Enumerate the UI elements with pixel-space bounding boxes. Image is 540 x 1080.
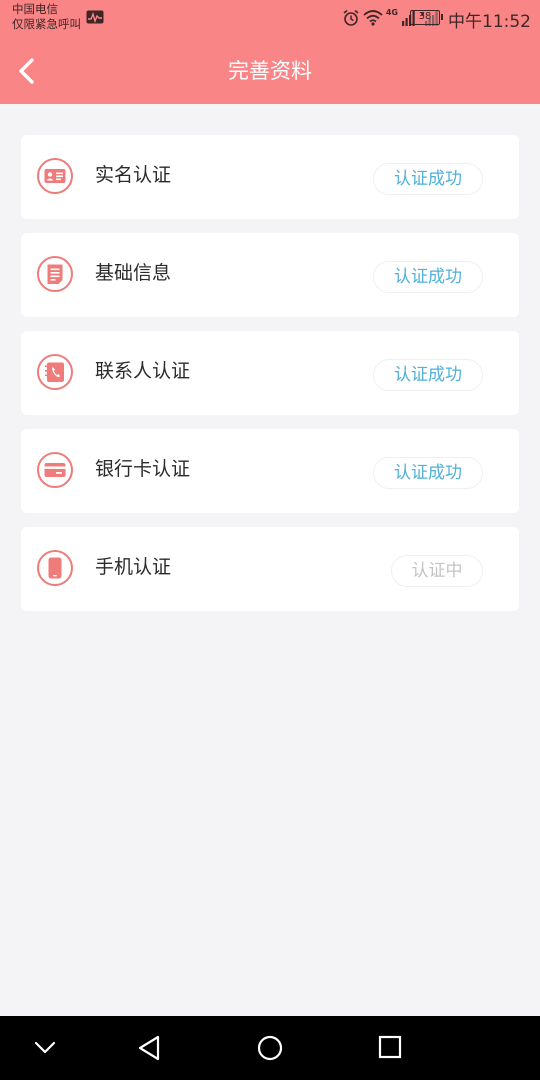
battery-icon: 38 (410, 10, 443, 25)
alarm-icon (343, 9, 359, 26)
status-badge: 认证成功 (373, 261, 483, 293)
page-title: 完善资料 (228, 59, 312, 83)
item-label: 手机认证 (95, 556, 172, 578)
back-triangle-icon[interactable] (136, 1034, 164, 1062)
list-item-contacts[interactable]: 联系人认证 认证成功 (21, 331, 519, 415)
verification-list: 实名认证 认证成功 基础信息 认证成功 联系人认证 认证成功 银行卡认证 认证成… (21, 135, 519, 625)
bank-card-icon (37, 452, 73, 488)
status-bar: 中国电信 仅限紧急呼叫 4G x 38 中午11:52 (0, 0, 540, 38)
document-icon (37, 256, 73, 292)
network-type: 4G (385, 8, 398, 17)
list-item-phone[interactable]: 手机认证 认证中 (21, 527, 519, 611)
recents-square-icon[interactable] (376, 1034, 404, 1062)
phone-icon (37, 550, 73, 586)
item-label: 基础信息 (95, 262, 172, 284)
id-card-icon (37, 158, 73, 194)
item-label: 联系人认证 (95, 360, 191, 382)
item-label: 银行卡认证 (95, 458, 191, 480)
activity-icon (86, 10, 104, 24)
system-nav-bar (0, 1016, 540, 1080)
status-badge: 认证中 (391, 555, 483, 587)
carrier-name: 中国电信 (12, 2, 58, 16)
carrier-status: 仅限紧急呼叫 (12, 17, 81, 31)
chevron-down-icon[interactable] (32, 1038, 58, 1058)
contact-book-icon (37, 354, 73, 390)
item-label: 实名认证 (95, 164, 172, 186)
list-item-basic-info[interactable]: 基础信息 认证成功 (21, 233, 519, 317)
home-circle-icon[interactable] (255, 1034, 285, 1064)
app-header: 完善资料 (0, 38, 540, 104)
status-badge: 认证成功 (373, 457, 483, 489)
list-item-real-name[interactable]: 实名认证 认证成功 (21, 135, 519, 219)
wifi-icon (363, 10, 383, 26)
status-badge: 认证成功 (373, 163, 483, 195)
chevron-left-icon[interactable] (14, 56, 42, 86)
carrier-info: 中国电信 仅限紧急呼叫 (12, 2, 81, 32)
list-item-bank-card[interactable]: 银行卡认证 认证成功 (21, 429, 519, 513)
status-badge: 认证成功 (373, 359, 483, 391)
clock: 中午11:52 (448, 12, 531, 32)
